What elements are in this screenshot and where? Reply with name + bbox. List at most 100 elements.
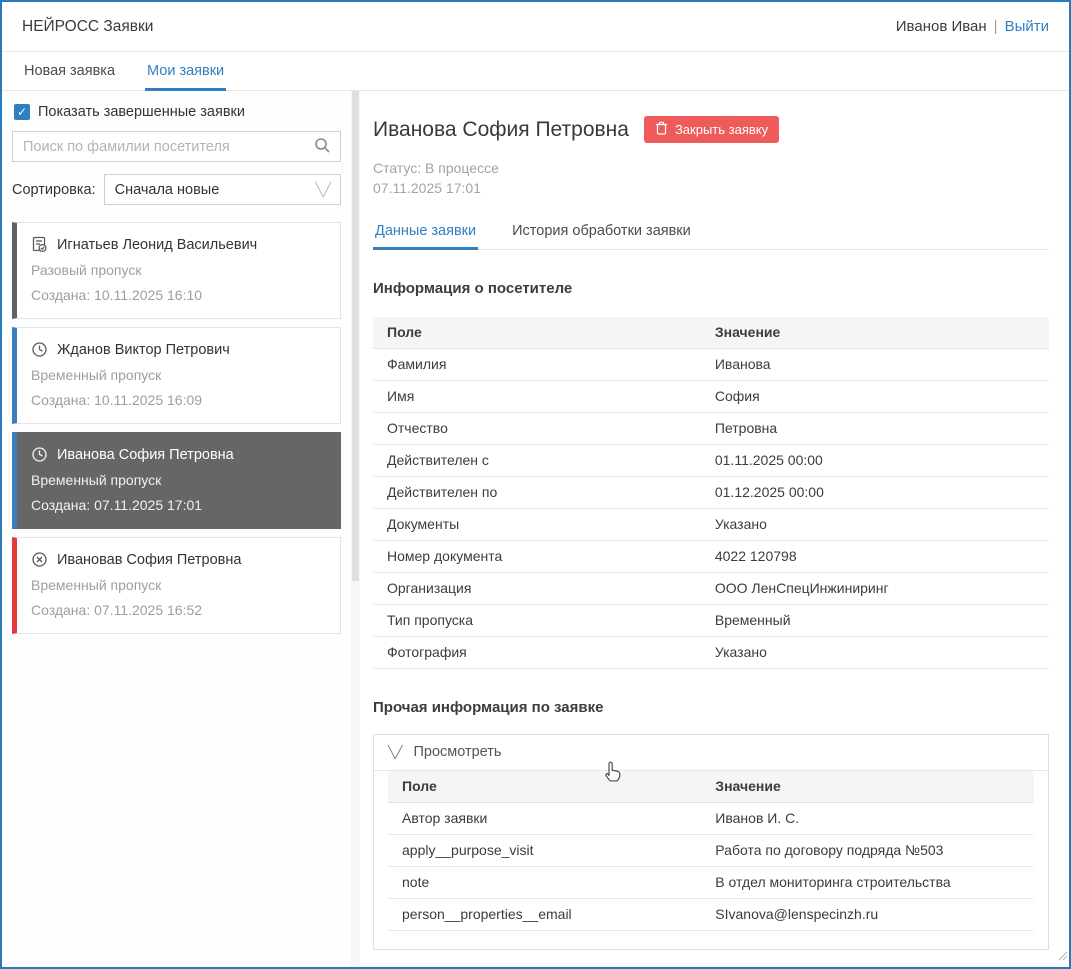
request-created: Создана: 07.11.2025 17:01 bbox=[31, 497, 328, 513]
page-title: Иванова София Петровна bbox=[373, 118, 629, 142]
field-cell: Имя bbox=[373, 380, 701, 412]
field-cell: Автор заявки bbox=[388, 802, 701, 834]
request-pass-type: Разовый пропуск bbox=[31, 262, 328, 278]
visitor-section-title: Информация о посетителе bbox=[373, 280, 1049, 297]
close-request-label: Закрыть заявку bbox=[675, 122, 768, 137]
value-cell: SIvanova@lenspecinzh.ru bbox=[701, 898, 1034, 930]
search-box bbox=[12, 131, 341, 162]
column-header-field: Поле bbox=[373, 317, 701, 349]
value-cell: Временный bbox=[701, 604, 1049, 636]
search-button[interactable] bbox=[304, 132, 340, 161]
table-row: Номер документа 4022 120798 bbox=[373, 540, 1049, 572]
field-cell: Действителен с bbox=[373, 444, 701, 476]
user-name: Иванов Иван bbox=[896, 18, 987, 35]
close-request-button[interactable]: Закрыть заявку bbox=[644, 116, 779, 143]
table-row: Фотография Указано bbox=[373, 636, 1049, 668]
trash-icon bbox=[655, 121, 668, 138]
field-cell: Фотография bbox=[373, 636, 701, 668]
resize-grip-icon[interactable] bbox=[1056, 948, 1068, 966]
logout-link[interactable]: Выйти bbox=[1005, 18, 1049, 35]
request-pass-type: Временный пропуск bbox=[31, 577, 328, 593]
requests-sidebar: ✓ Показать завершенные заявки Сортировка… bbox=[2, 91, 351, 967]
tab-my-requests[interactable]: Мои заявки bbox=[145, 52, 226, 91]
collapse-label: Просмотреть bbox=[413, 744, 501, 760]
table-row: person__properties__email SIvanova@lensp… bbox=[388, 898, 1034, 930]
clock-icon bbox=[31, 446, 48, 463]
collapse-toggle[interactable]: ╲╱ Просмотреть bbox=[374, 735, 1048, 771]
request-pass-type: Временный пропуск bbox=[31, 367, 328, 383]
value-cell: 4022 120798 bbox=[701, 540, 1049, 572]
field-cell: Документы bbox=[373, 508, 701, 540]
scrollbar-thumb[interactable] bbox=[352, 91, 359, 581]
table-row: apply__purpose_visit Работа по договору … bbox=[388, 834, 1034, 866]
other-info-panel: ╲╱ Просмотреть Поле Значение bbox=[373, 734, 1049, 950]
content-area: ✓ Показать завершенные заявки Сортировка… bbox=[2, 91, 1069, 967]
field-cell: Отчество bbox=[373, 412, 701, 444]
search-input[interactable] bbox=[13, 139, 304, 155]
cancelled-icon bbox=[31, 551, 48, 568]
value-cell: В отдел мониторинга строительства bbox=[701, 866, 1034, 898]
list-item-request[interactable]: Ивановав София Петровна Временный пропус… bbox=[12, 537, 341, 634]
sort-selected-value: Сначала новые bbox=[115, 182, 220, 198]
sort-label: Сортировка: bbox=[12, 182, 96, 198]
value-cell: Указано bbox=[701, 636, 1049, 668]
show-completed-toggle[interactable]: ✓ Показать завершенные заявки bbox=[14, 104, 341, 120]
tab-request-history[interactable]: История обработки заявки bbox=[510, 212, 693, 250]
value-cell: Работа по договору подряда №503 bbox=[701, 834, 1034, 866]
status-line: Статус: В процессе bbox=[373, 158, 1049, 178]
visitor-info-table: Поле Значение Фамилия Иванова Имя София … bbox=[373, 317, 1049, 669]
sort-select[interactable]: Сначала новые ╲╱ bbox=[104, 174, 341, 205]
value-cell: 01.12.2025 00:00 bbox=[701, 476, 1049, 508]
sidebar-scrollbar[interactable] bbox=[351, 91, 360, 967]
status-block: Статус: В процессе 07.11.2025 17:01 bbox=[373, 158, 1049, 199]
tab-new-request[interactable]: Новая заявка bbox=[22, 52, 117, 91]
column-header-value: Значение bbox=[701, 317, 1049, 349]
field-cell: Действителен по bbox=[373, 476, 701, 508]
checkbox-checked-icon[interactable]: ✓ bbox=[14, 104, 30, 120]
list-item-request[interactable]: Жданов Виктор Петрович Временный пропуск… bbox=[12, 327, 341, 424]
show-completed-label: Показать завершенные заявки bbox=[38, 104, 245, 120]
clock-icon bbox=[31, 341, 48, 358]
request-name: Жданов Виктор Петрович bbox=[57, 342, 230, 358]
request-list: Игнатьев Леонид Васильевич Разовый пропу… bbox=[12, 222, 341, 634]
request-created: Создана: 07.11.2025 16:52 bbox=[31, 602, 328, 618]
table-row: note В отдел мониторинга строительства bbox=[388, 866, 1034, 898]
value-cell: 01.11.2025 00:00 bbox=[701, 444, 1049, 476]
chevron-down-icon: ╲╱ bbox=[315, 182, 331, 198]
request-pass-type: Временный пропуск bbox=[31, 472, 328, 488]
request-created: Создана: 10.11.2025 16:09 bbox=[31, 392, 328, 408]
table-row: Организация ООО ЛенСпецИнжиниринг bbox=[373, 572, 1049, 604]
table-row: Действителен с 01.11.2025 00:00 bbox=[373, 444, 1049, 476]
list-item-request-selected[interactable]: Иванова София Петровна Временный пропуск… bbox=[12, 432, 341, 529]
request-name: Ивановав София Петровна bbox=[57, 552, 241, 568]
field-cell: Тип пропуска bbox=[373, 604, 701, 636]
value-cell: Указано bbox=[701, 508, 1049, 540]
other-info-body: Поле Значение Автор заявки Иванов И. С. … bbox=[374, 771, 1048, 949]
user-area: Иванов Иван | Выйти bbox=[896, 18, 1049, 35]
table-row: Действителен по 01.12.2025 00:00 bbox=[373, 476, 1049, 508]
search-icon bbox=[314, 137, 331, 157]
app-window: НЕЙРОСС Заявки Иванов Иван | Выйти Новая… bbox=[0, 0, 1071, 969]
field-cell: note bbox=[388, 866, 701, 898]
detail-tab-bar: Данные заявки История обработки заявки bbox=[373, 212, 1049, 250]
top-bar: НЕЙРОСС Заявки Иванов Иван | Выйти bbox=[2, 2, 1069, 52]
column-header-field: Поле bbox=[388, 771, 701, 803]
request-name: Иванова София Петровна bbox=[57, 447, 234, 463]
pass-issued-icon bbox=[31, 236, 48, 253]
table-row: Документы Указано bbox=[373, 508, 1049, 540]
table-row: Тип пропуска Временный bbox=[373, 604, 1049, 636]
user-separator: | bbox=[994, 18, 998, 35]
list-item-request[interactable]: Игнатьев Леонид Васильевич Разовый пропу… bbox=[12, 222, 341, 319]
tab-request-data[interactable]: Данные заявки bbox=[373, 212, 478, 250]
chevron-down-icon: ╲╱ bbox=[388, 745, 402, 759]
column-header-value: Значение bbox=[701, 771, 1034, 803]
table-row: Автор заявки Иванов И. С. bbox=[388, 802, 1034, 834]
other-info-table: Поле Значение Автор заявки Иванов И. С. … bbox=[388, 771, 1034, 931]
value-cell: Иванова bbox=[701, 348, 1049, 380]
field-cell: Фамилия bbox=[373, 348, 701, 380]
request-detail-pane: Иванова София Петровна Закрыть заявку Ст… bbox=[360, 91, 1069, 967]
field-cell: Организация bbox=[373, 572, 701, 604]
sort-row: Сортировка: Сначала новые ╲╱ bbox=[12, 174, 341, 205]
main-tab-bar: Новая заявка Мои заявки bbox=[2, 52, 1069, 91]
request-created: Создана: 10.11.2025 16:10 bbox=[31, 287, 328, 303]
